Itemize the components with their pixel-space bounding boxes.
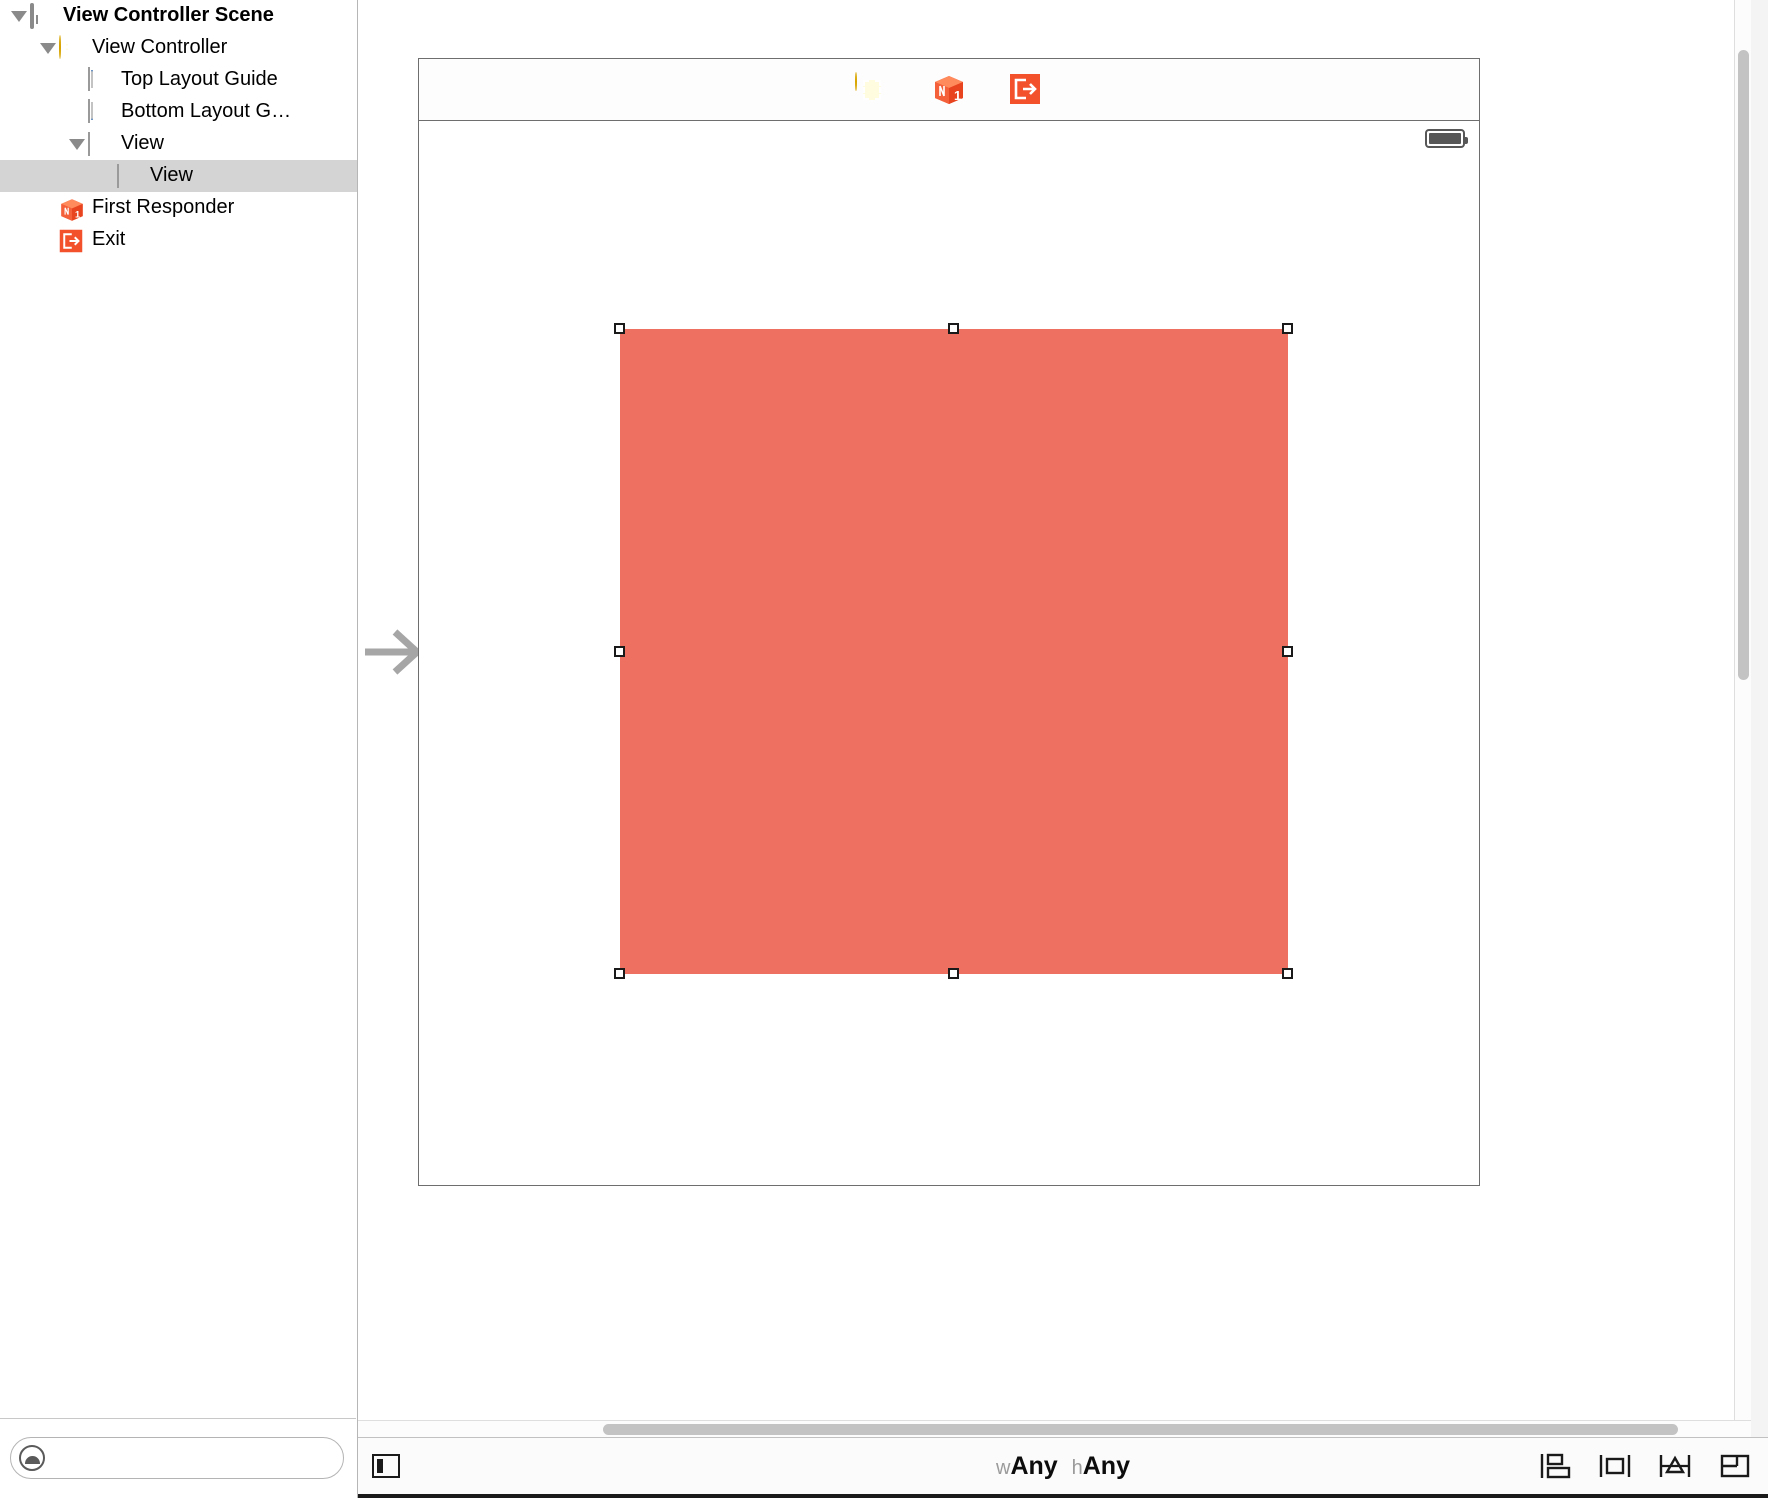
outline-row-icon [117, 163, 143, 189]
horizontal-scrollbar-thumb[interactable] [603, 1424, 1678, 1435]
view-icon [117, 164, 119, 188]
resize-handle-top-left[interactable] [614, 323, 625, 334]
outline-row-icon [88, 131, 114, 157]
outline-row[interactable]: View Controller Scene [0, 0, 357, 32]
view-icon [88, 132, 90, 156]
outline-row-icon [88, 99, 114, 125]
first-responder-icon: 1 [59, 206, 85, 228]
resize-handle-bottom-left[interactable] [614, 968, 625, 979]
resize-handle-top-right[interactable] [1282, 323, 1293, 334]
device-screen[interactable] [419, 121, 1479, 1185]
outline-row-icon [88, 67, 114, 93]
outline-row-label: First Responder [92, 196, 234, 221]
outline-row[interactable]: View [0, 160, 357, 192]
size-class-indicator[interactable]: wAny hAny [996, 1452, 1130, 1481]
exit-icon [59, 236, 83, 258]
resize-handle-middle-right[interactable] [1282, 646, 1293, 657]
vertical-scrollbar[interactable] [1734, 0, 1751, 1437]
outline-row[interactable]: 1 First Responder [0, 192, 357, 224]
horizontal-scrollbar[interactable] [358, 1420, 1751, 1437]
outline-row-label: Exit [92, 228, 125, 253]
size-class-height-key: h [1072, 1457, 1083, 1479]
auto-layout-toolbar [1538, 1451, 1752, 1481]
resize-handle-bottom-right[interactable] [1282, 968, 1293, 979]
scene-dock-exit-icon[interactable] [1009, 73, 1043, 107]
document-outline-toggle-button[interactable] [372, 1454, 400, 1478]
size-class-width-value: Any [1010, 1452, 1057, 1480]
outline-row-icon [30, 3, 56, 29]
storyboard-canvas[interactable]: 1 [358, 0, 1751, 1437]
document-outline-panel: View Controller Scene View Controller Top … [0, 0, 358, 1498]
bottom-layout-guide-icon [88, 99, 90, 123]
pin-button[interactable] [1658, 1451, 1692, 1481]
canvas-bottom-bar: wAny hAny [358, 1437, 1768, 1498]
outline-row-label: Top Layout Guide [121, 68, 278, 93]
status-bar-battery-icon [1425, 129, 1465, 148]
scene-dock-view-controller-icon[interactable] [855, 73, 889, 107]
outline-row-icon: 1 [59, 195, 85, 221]
filter-icon [19, 1445, 45, 1471]
stack-view-button[interactable] [1538, 1451, 1572, 1481]
outline-row-label: Bottom Layout G… [121, 100, 291, 125]
disclosure-triangle-icon[interactable] [8, 11, 30, 22]
outline-row[interactable]: View [0, 128, 357, 160]
view-controller-icon [59, 35, 61, 59]
outline-row-icon [59, 35, 85, 61]
resize-handle-middle-left[interactable] [614, 646, 625, 657]
disclosure-triangle-icon[interactable] [66, 139, 88, 150]
resize-handle-bottom-center[interactable] [948, 968, 959, 979]
scene-dock-first-responder-icon[interactable]: 1 [932, 73, 966, 107]
outline-row-label: View [121, 132, 164, 157]
resize-handle-top-center[interactable] [948, 323, 959, 334]
view-controller-scene-frame[interactable]: 1 [418, 58, 1480, 1186]
svg-text:1: 1 [954, 88, 961, 103]
document-outline-tree[interactable]: View Controller Scene View Controller Top … [0, 0, 357, 1418]
outline-row[interactable]: Bottom Layout G… [0, 96, 357, 128]
scene-dock[interactable]: 1 [419, 59, 1479, 121]
outline-row[interactable]: Top Layout Guide [0, 64, 357, 96]
disclosure-triangle-icon[interactable] [37, 43, 59, 54]
outline-row-label: View Controller Scene [63, 4, 274, 29]
size-class-height-value: Any [1083, 1452, 1130, 1480]
outline-row[interactable]: View Controller [0, 32, 357, 64]
align-button[interactable] [1598, 1451, 1632, 1481]
filter-field[interactable] [10, 1437, 344, 1479]
vertical-scrollbar-thumb[interactable] [1738, 50, 1749, 680]
outline-row-icon [59, 227, 85, 253]
top-layout-guide-icon [88, 67, 90, 91]
scene-icon [30, 3, 34, 29]
outline-row-label: View [150, 164, 193, 189]
filter-input[interactable] [45, 1448, 343, 1469]
resolve-issues-button[interactable] [1718, 1451, 1752, 1481]
document-outline-footer [0, 1418, 356, 1498]
interface-builder-window: View Controller Scene View Controller Top … [0, 0, 1768, 1498]
size-class-width-key: w [996, 1457, 1010, 1479]
outline-row-label: View Controller [92, 36, 227, 61]
right-edge-strip [1751, 0, 1768, 1437]
outline-row[interactable]: Exit [0, 224, 357, 256]
svg-text:1: 1 [75, 210, 80, 220]
selected-subview[interactable] [620, 329, 1288, 974]
